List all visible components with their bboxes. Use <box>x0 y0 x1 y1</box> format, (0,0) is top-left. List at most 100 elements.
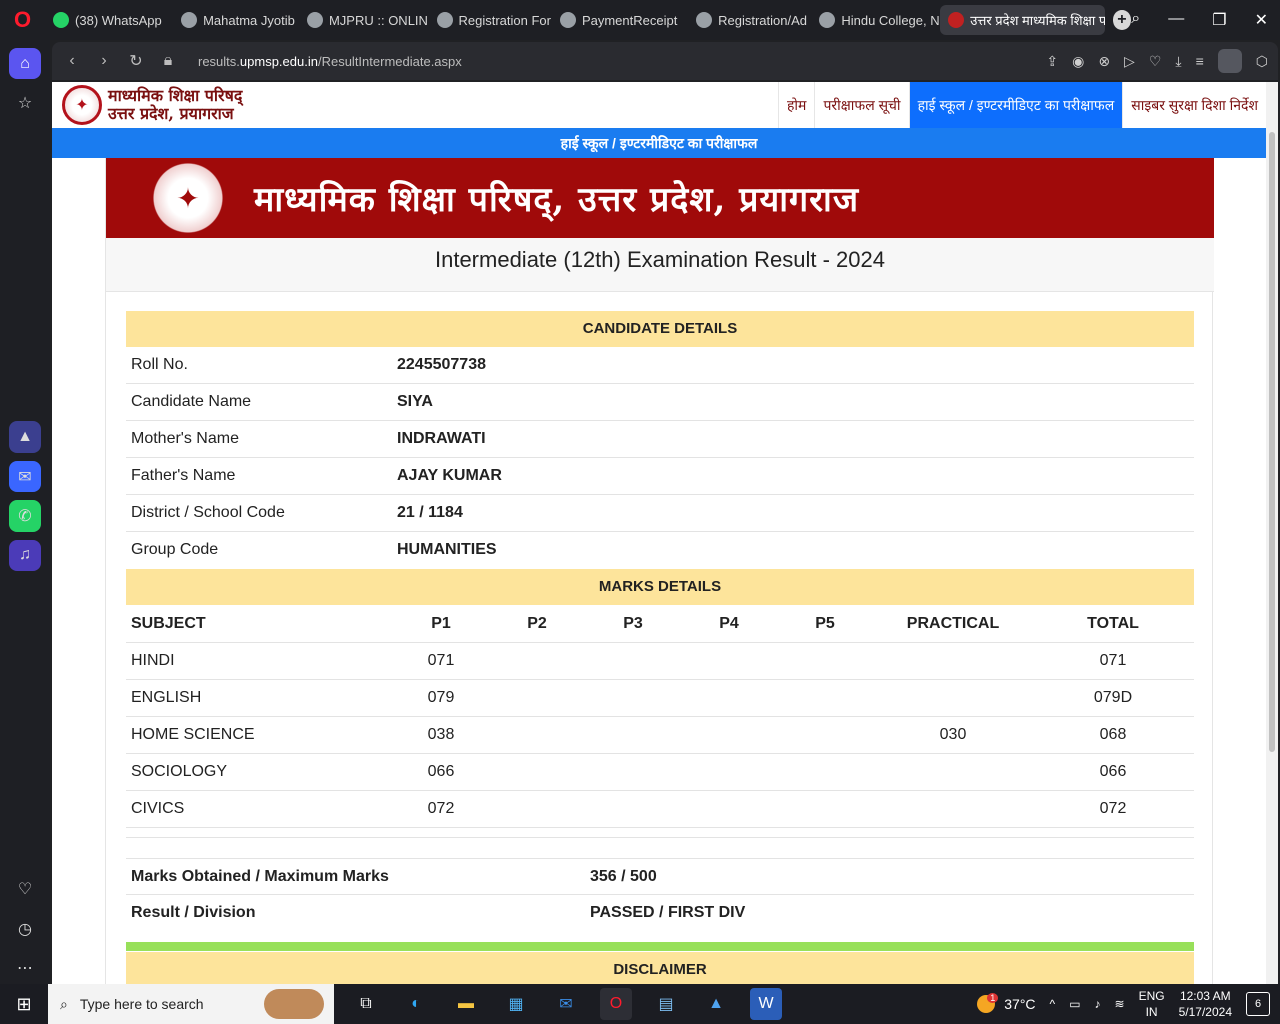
camera-icon[interactable]: ◉ <box>1072 53 1084 70</box>
whatsapp-sidebar-icon[interactable]: ✆ <box>9 500 41 532</box>
result-status-bar <box>126 942 1194 951</box>
maximize-button[interactable]: ❐ <box>1212 10 1226 30</box>
tab-label: Registration For <box>458 12 551 28</box>
reload-icon[interactable]: ↻ <box>120 51 152 71</box>
adblock-icon[interactable]: ⊗ <box>1098 53 1110 70</box>
notification-center-icon[interactable]: 6 <box>1246 992 1270 1016</box>
search-tabs-icon[interactable]: ⌕ <box>1131 10 1140 30</box>
tab-registration-form[interactable]: Registration For <box>429 5 552 35</box>
menu-result-list[interactable]: परीक्षाफल सूची <box>814 82 908 128</box>
menu-icon[interactable]: ≡ <box>1196 53 1204 69</box>
weather-widget[interactable]: 1 37°C <box>977 993 1036 1013</box>
opera-taskbar-icon[interactable]: O <box>600 988 632 1020</box>
tab-registration-ad[interactable]: Registration/Ad <box>678 5 811 35</box>
heart-icon[interactable]: ♡ <box>1149 53 1162 70</box>
weather-badge: 1 <box>987 993 999 1003</box>
language-indicator[interactable]: ENG IN <box>1139 988 1165 1020</box>
file-explorer-icon[interactable]: ▬ <box>450 988 482 1020</box>
subject-cell: HOME SCIENCE <box>131 726 255 743</box>
system-tray: 1 37°C ^ ▭ ♪ ≋ ENG IN 12:03 AM 5/17/2024… <box>977 988 1280 1020</box>
p1-cell: 072 <box>427 800 455 817</box>
calculator-icon[interactable]: ▤ <box>650 988 682 1020</box>
site-logo[interactable]: ✦ माध्यमिक शिक्षा परिषद् उत्तर प्रदेश, प… <box>52 85 242 125</box>
minimize-button[interactable]: — <box>1168 10 1184 30</box>
search-highlight-image <box>264 989 324 1019</box>
browser-tab-bar: O (38) WhatsApp Mahatma Jyotib MJPRU :: … <box>0 0 1280 40</box>
aria-icon[interactable]: ▲ <box>9 421 41 453</box>
window-controls: ⌕ — ❐ ✕ <box>1131 10 1280 30</box>
share-icon[interactable]: ⇪ <box>1046 53 1058 70</box>
home-icon[interactable]: ⌂ <box>9 48 41 80</box>
field-label: Group Code <box>131 541 219 558</box>
page-scrollbar[interactable] <box>1266 82 1278 984</box>
more-options-icon[interactable]: ⋯ <box>9 953 41 984</box>
globe-icon <box>559 12 576 28</box>
volume-icon[interactable]: ♪ <box>1095 997 1101 1011</box>
tab-payment-receipt[interactable]: PaymentReceipt <box>552 5 678 35</box>
table-spacer-row <box>126 828 1194 838</box>
new-tab-button[interactable]: + <box>1112 10 1132 30</box>
star-icon[interactable]: ☆ <box>9 87 41 118</box>
field-label: Candidate Name <box>131 393 252 410</box>
globe-icon <box>819 12 836 28</box>
forward-icon[interactable]: › <box>88 52 120 70</box>
task-view-icon[interactable]: ⧉ <box>350 988 382 1020</box>
url-field[interactable]: results.upmsp.edu.in/ResultIntermediate.… <box>198 54 462 69</box>
total-cell: 068 <box>1099 726 1127 743</box>
clock[interactable]: 12:03 AM 5/17/2024 <box>1179 988 1232 1020</box>
field-value: HUMANITIES <box>397 541 497 558</box>
tab-whatsapp[interactable]: (38) WhatsApp <box>45 5 163 35</box>
tab-mjpru[interactable]: MJPRU :: ONLIN <box>299 5 429 35</box>
globe-icon <box>306 12 323 28</box>
edge-icon[interactable]: ◐ <box>400 988 432 1020</box>
field-value: INDRAWATI <box>397 430 486 447</box>
whatsapp-icon <box>53 12 70 28</box>
page-viewport: ✦ माध्यमिक शिक्षा परिषद् उत्तर प्रदेश, प… <box>52 82 1266 984</box>
marks-details-heading: MARKS DETAILS <box>126 569 1194 605</box>
chevron-up-icon[interactable]: ^ <box>1050 997 1056 1011</box>
windows-start-icon[interactable]: ⊞ <box>0 994 48 1015</box>
menu-home[interactable]: होम <box>778 82 814 128</box>
meet-now-icon[interactable]: ▭ <box>1069 997 1080 1011</box>
play-icon[interactable]: ▷ <box>1124 53 1135 70</box>
mail-icon[interactable]: ✉ <box>550 988 582 1020</box>
summary-value: PASSED / FIRST DIV <box>590 904 746 921</box>
messenger-icon[interactable]: ✉ <box>9 460 41 493</box>
summary-label: Result / Division <box>131 904 256 921</box>
photos-icon[interactable]: ▲ <box>700 988 732 1020</box>
history-icon[interactable]: ◷ <box>9 913 41 944</box>
tab-hindu-college[interactable]: Hindu College, N <box>811 5 940 35</box>
field-label: District / School Code <box>131 504 285 521</box>
profile-icon[interactable] <box>1217 49 1242 73</box>
upmsp-emblem-icon: ✦ <box>62 85 102 125</box>
heart-icon[interactable]: ♡ <box>9 874 41 905</box>
field-value: 21 / 1184 <box>397 504 463 521</box>
menu-results-active[interactable]: हाई स्कूल / इण्टरमीडिएट का परीक्षाफल <box>908 82 1123 128</box>
tab-label: Hindu College, N <box>841 12 940 28</box>
close-button[interactable]: ✕ <box>1255 10 1268 30</box>
word-icon[interactable]: W <box>750 988 782 1020</box>
tab-label: Mahatma Jyotib <box>203 12 295 28</box>
download-icon[interactable]: ⤓ <box>1175 53 1181 70</box>
subject-cell: ENGLISH <box>131 689 202 706</box>
lock-icon[interactable]: 🔒︎ <box>152 52 184 70</box>
wifi-icon[interactable]: ≋ <box>1115 997 1125 1011</box>
field-value: SIYA <box>397 393 433 410</box>
table-row: HOME SCIENCE 038 030 068 <box>126 717 1194 754</box>
opera-logo-icon[interactable]: O <box>0 0 45 40</box>
board-banner: ✦ माध्यमिक शिक्षा परिषद्, उत्तर प्रदेश, … <box>106 158 1214 238</box>
upmsp-icon <box>948 12 965 28</box>
p1-cell: 079 <box>427 689 455 706</box>
taskbar-search[interactable]: ⌕ Type here to search <box>48 984 334 1024</box>
tab-mahatma-jyotiba[interactable]: Mahatma Jyotib <box>163 5 299 35</box>
tab-upmsp-active[interactable]: उत्तर प्रदेश माध्यमिक शिक्षा प <box>940 5 1105 35</box>
microsoft-store-icon[interactable]: ▦ <box>500 988 532 1020</box>
table-row: CIVICS 072 072 <box>126 791 1194 828</box>
scrollbar-thumb[interactable] <box>1269 132 1275 752</box>
menu-cyber-security[interactable]: साइबर सुरक्षा दिशा निर्देश <box>1122 82 1266 128</box>
back-icon[interactable]: ‹ <box>56 52 88 70</box>
main-menu: होम परीक्षाफल सूची हाई स्कूल / इण्टरमीडि… <box>778 82 1266 128</box>
candidate-row-district: District / School Code 21 / 1184 <box>126 495 1194 532</box>
music-player-icon[interactable]: ♫ <box>9 539 41 572</box>
extensions-icon[interactable]: ⬡ <box>1256 53 1268 70</box>
